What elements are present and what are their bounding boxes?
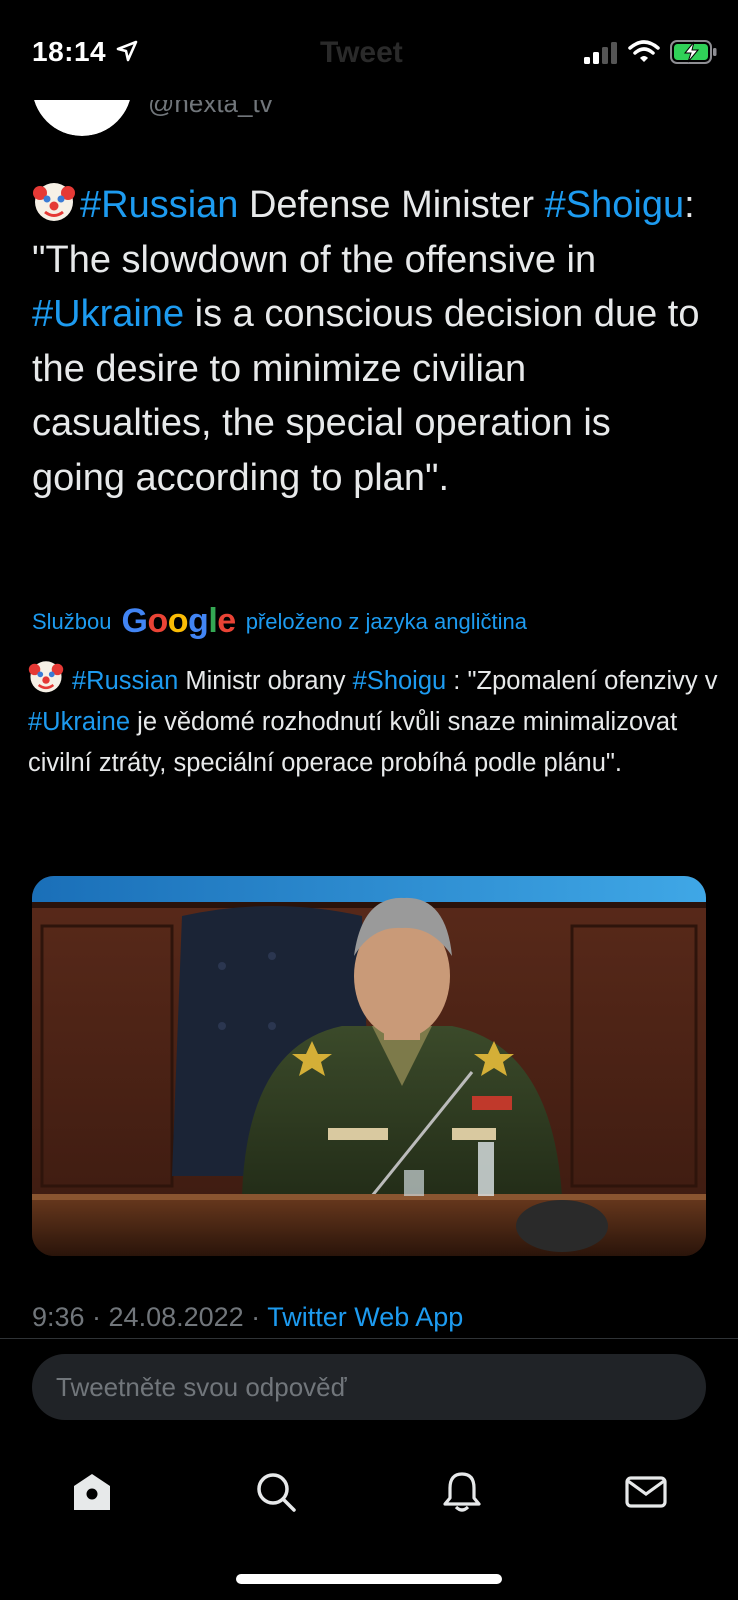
nav-messages[interactable] [616, 1462, 676, 1522]
wifi-icon [628, 40, 660, 62]
nav-home[interactable] [62, 1462, 122, 1522]
reply-box[interactable] [32, 1354, 706, 1420]
nav-search[interactable] [246, 1462, 306, 1522]
hashtag-ukraine[interactable]: #Ukraine [32, 293, 184, 335]
reply-input[interactable] [56, 1354, 676, 1420]
tweet-text: #Russian Defense Minister #Shoigu: "The … [32, 178, 712, 505]
cellular-signal-icon [584, 42, 617, 64]
translated-text-part: Ministr obrany [178, 667, 353, 695]
messages-icon [625, 1476, 667, 1508]
translation-attribution[interactable]: Službou Google přeloženo z jazyka anglič… [32, 602, 527, 641]
divider [0, 1338, 738, 1339]
hashtag-russian[interactable]: #Russian [80, 184, 238, 226]
status-bar: Tweet 18:14 [0, 0, 738, 100]
translated-text: #Russian Ministr obrany #Shoigu : "Zpoma… [28, 658, 718, 784]
location-arrow-icon [116, 40, 138, 62]
hashtag-russian[interactable]: #Russian [72, 667, 178, 695]
translated-text-part: : "Zpomalení ofenzivy v [446, 667, 718, 695]
tweet-meta: 9:36 · 24.08.2022 · Twitter Web App [32, 1302, 463, 1333]
tweet-timestamp: 9:36 · 24.08.2022 · [32, 1302, 268, 1332]
hashtag-shoigu[interactable]: #Shoigu [545, 184, 684, 226]
home-icon [74, 1474, 110, 1510]
home-indicator[interactable] [236, 1574, 502, 1584]
notifications-icon [443, 1472, 481, 1512]
tweet-source-link[interactable]: Twitter Web App [267, 1302, 463, 1332]
nav-notifications[interactable] [432, 1462, 492, 1522]
bottom-nav [0, 1440, 738, 1540]
battery-charging-icon [670, 40, 717, 64]
header-title: Tweet [320, 36, 403, 69]
hashtag-shoigu[interactable]: #Shoigu [353, 667, 447, 695]
clown-face-icon [28, 661, 64, 693]
tweet-photo[interactable] [32, 876, 706, 1256]
translation-prefix: Službou [32, 608, 112, 634]
translation-suffix: přeloženo z jazyka angličtina [245, 608, 527, 634]
google-logo: Google [121, 602, 237, 640]
tweet-text-part: Defense Minister [238, 184, 545, 226]
clown-face-icon [33, 183, 75, 221]
search-icon [257, 1473, 296, 1512]
status-time: 18:14 [32, 36, 107, 67]
tweet-photo-illustration [32, 876, 706, 1256]
hashtag-ukraine[interactable]: #Ukraine [28, 708, 130, 736]
